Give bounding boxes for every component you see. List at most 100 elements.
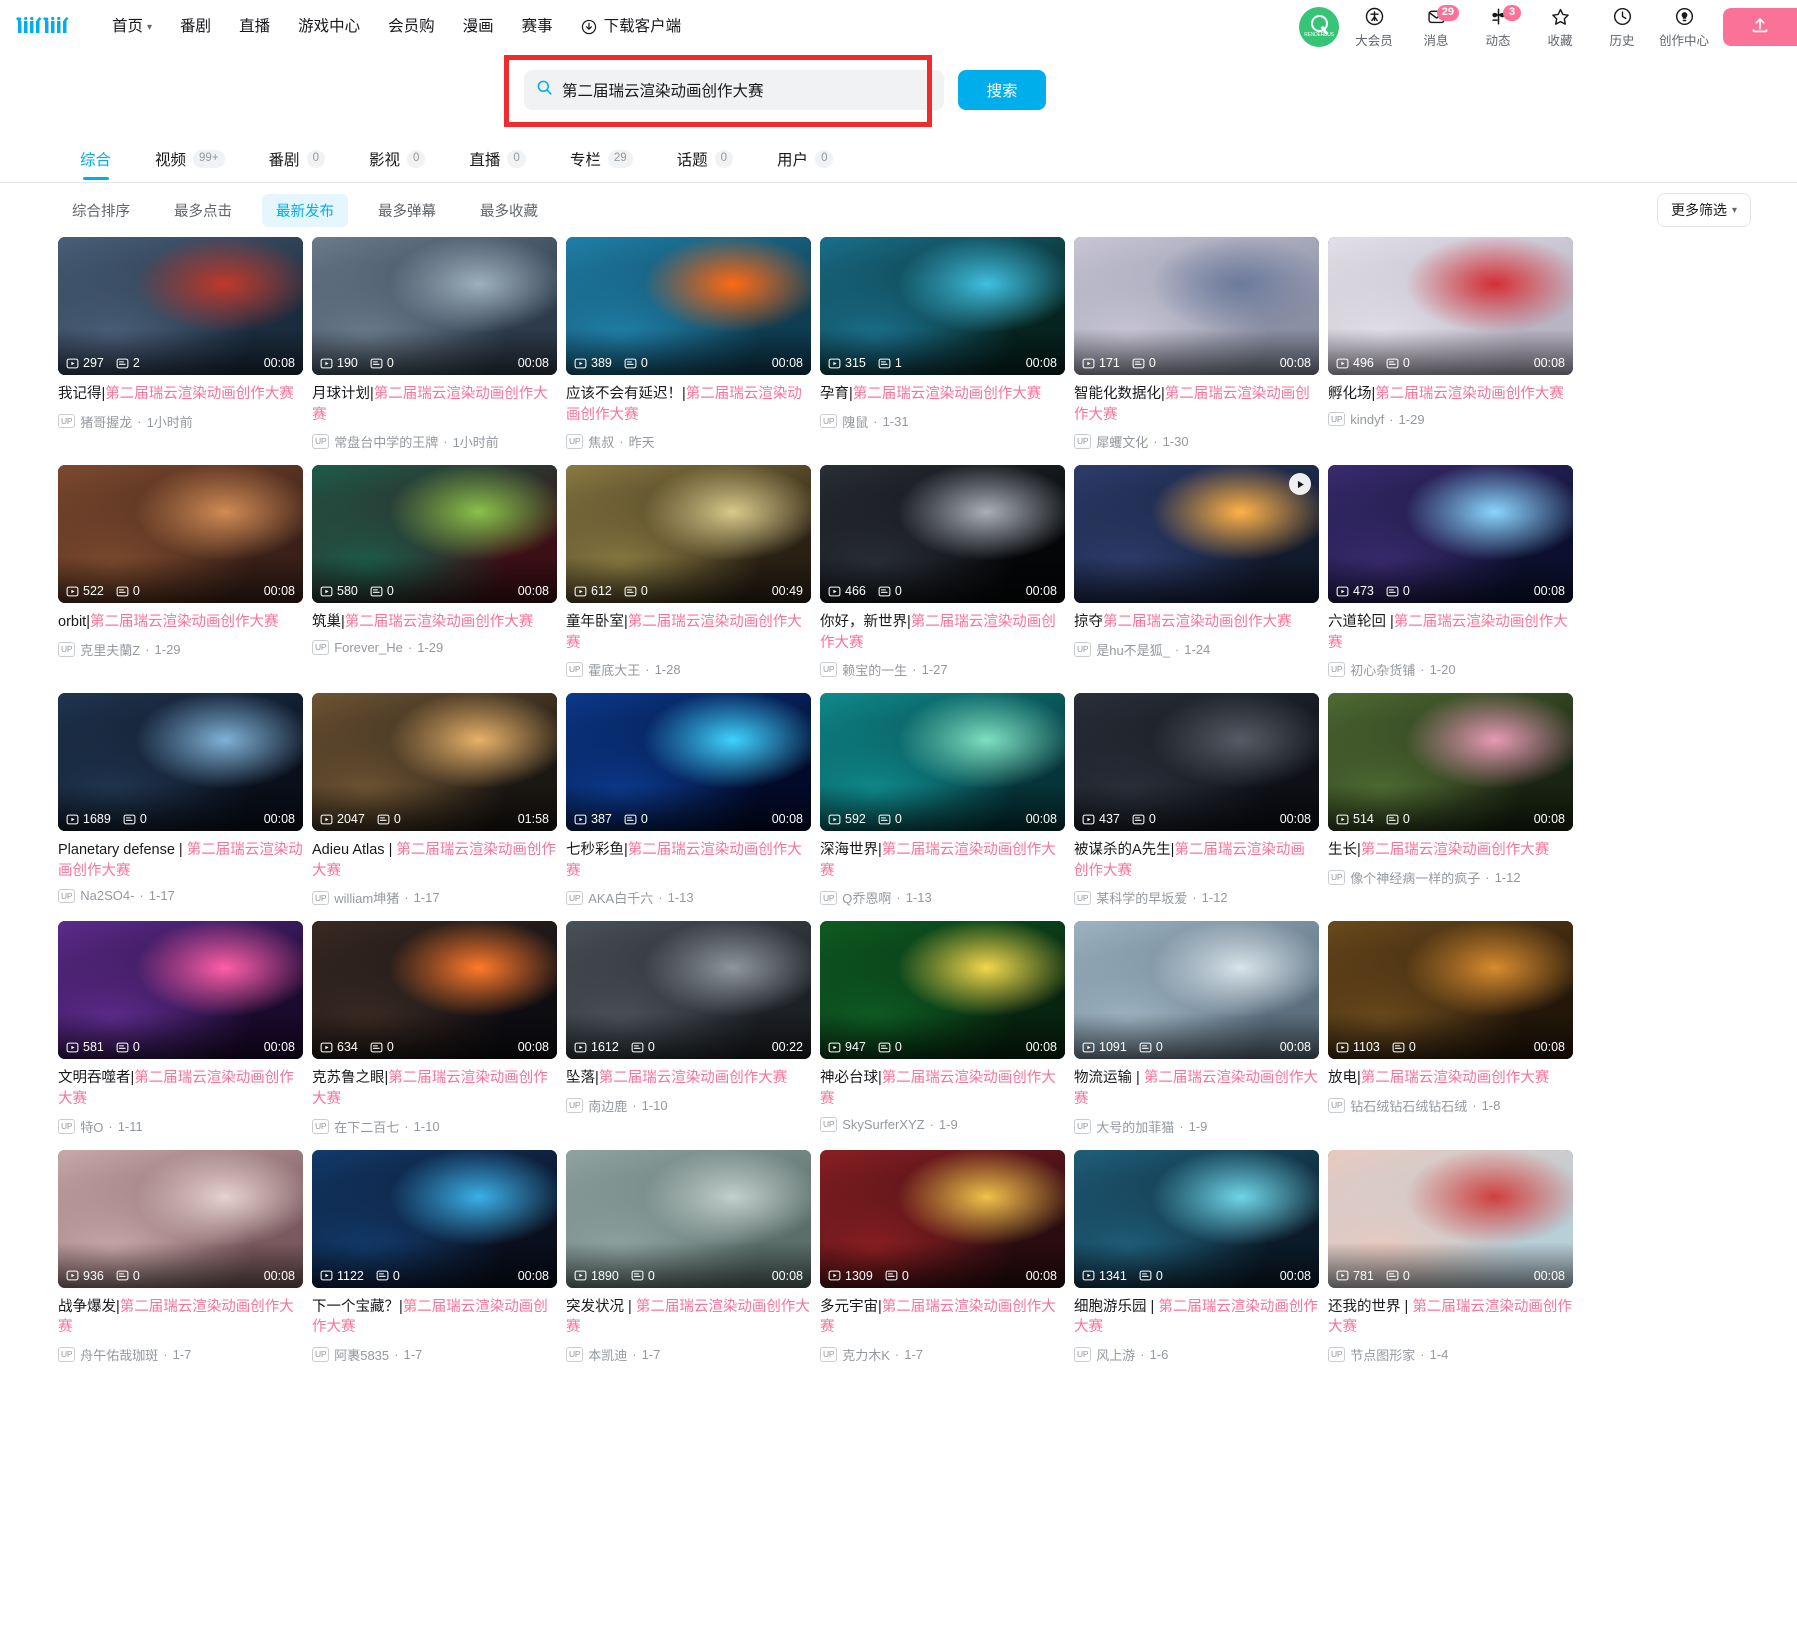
video-thumbnail[interactable]: 437 0 00:08 [1074, 693, 1319, 831]
video-card[interactable]: 496 0 00:08 孵化场|第二届瑞云渲染动画创作大赛 UP kindyf … [1328, 237, 1573, 465]
tab-comprehensive[interactable]: 综合 [58, 148, 133, 182]
video-thumbnail[interactable]: 1122 0 00:08 [312, 1150, 557, 1288]
nav-item-download-client[interactable]: 下载客户端 [567, 19, 696, 35]
video-title[interactable]: 孕育|第二届瑞云渲染动画创作大赛 [820, 384, 1065, 405]
video-thumbnail[interactable]: 1103 0 00:08 [1328, 921, 1573, 1059]
video-title[interactable]: orbit|第二届瑞云渲染动画创作大赛 [58, 612, 303, 633]
video-author[interactable]: UP 某科学的早坂爱 · 1-12 [1074, 888, 1319, 907]
video-title[interactable]: 我记得|第二届瑞云渲染动画创作大赛 [58, 384, 303, 405]
video-card[interactable]: 781 0 00:08 还我的世界 | 第二届瑞云渲染动画创作大赛 UP 节点图… [1328, 1150, 1573, 1378]
video-title[interactable]: 掠夺第二届瑞云渲染动画创作大赛 [1074, 612, 1319, 633]
video-title[interactable]: 下一个宝藏？|第二届瑞云渲染动画创作大赛 [312, 1297, 557, 1338]
video-author[interactable]: UP Forever_He · 1-29 [312, 640, 557, 655]
tab-bangumi[interactable]: 番剧 0 [247, 148, 347, 182]
video-thumbnail[interactable]: 171 0 00:08 [1074, 237, 1319, 375]
video-title[interactable]: 文明吞噬者|第二届瑞云渲染动画创作大赛 [58, 1068, 303, 1109]
video-author[interactable]: UP 常盘台中学的王牌 · 1小时前 [312, 432, 557, 451]
video-thumbnail[interactable]: 936 0 00:08 [58, 1150, 303, 1288]
video-card[interactable]: 612 0 00:49 童年卧室|第二届瑞云渲染动画创作大赛 UP 霍底大王 ·… [566, 465, 811, 693]
video-thumbnail[interactable]: 947 0 00:08 [820, 921, 1065, 1059]
tab-user[interactable]: 用户 0 [755, 148, 855, 182]
video-thumbnail[interactable]: 190 0 00:08 [312, 237, 557, 375]
video-title[interactable]: 你好，新世界|第二届瑞云渲染动画创作大赛 [820, 612, 1065, 653]
video-title[interactable]: 神必台球|第二届瑞云渲染动画创作大赛 [820, 1068, 1065, 1109]
video-author[interactable]: UP 霍底大王 · 1-28 [566, 660, 811, 679]
sort-option-default[interactable]: 综合排序 [58, 194, 144, 227]
header-item-dynamic[interactable]: 动态 3 [1467, 6, 1529, 49]
video-author[interactable]: UP 隗鼠 · 1-31 [820, 412, 1065, 431]
video-card[interactable]: 1309 0 00:08 多元宇宙|第二届瑞云渲染动画创作大赛 UP 克力木K … [820, 1150, 1065, 1378]
tab-topic[interactable]: 话题 0 [655, 148, 755, 182]
video-author[interactable]: UP 克里夫蘭Z · 1-29 [58, 640, 303, 659]
sort-option-newest[interactable]: 最新发布 [262, 194, 348, 227]
video-thumbnail[interactable]: 2047 0 01:58 [312, 693, 557, 831]
video-title[interactable]: 还我的世界 | 第二届瑞云渲染动画创作大赛 [1328, 1297, 1573, 1338]
video-author[interactable]: UP 犀蠼文化 · 1-30 [1074, 432, 1319, 451]
nav-item-game-center[interactable]: 游戏中心 [284, 19, 374, 35]
nav-item-live[interactable]: 直播 [225, 19, 284, 35]
video-author[interactable]: UP SkySurferXYZ · 1-9 [820, 1117, 1065, 1132]
video-thumbnail[interactable]: 387 0 00:08 [566, 693, 811, 831]
video-title[interactable]: 克苏鲁之眼|第二届瑞云渲染动画创作大赛 [312, 1068, 557, 1109]
video-card[interactable]: 2047 0 01:58 Adieu Atlas | 第二届瑞云渲染动画创作大赛… [312, 693, 557, 921]
video-title[interactable]: 七秒彩鱼|第二届瑞云渲染动画创作大赛 [566, 840, 811, 881]
play-icon[interactable] [1289, 473, 1311, 495]
video-card[interactable]: 634 0 00:08 克苏鲁之眼|第二届瑞云渲染动画创作大赛 UP 在下二百七… [312, 921, 557, 1149]
video-card[interactable]: 1122 0 00:08 下一个宝藏？|第二届瑞云渲染动画创作大赛 UP 阿裹5… [312, 1150, 557, 1378]
video-thumbnail[interactable]: 1890 0 00:08 [566, 1150, 811, 1288]
video-title[interactable]: Planetary defense | 第二届瑞云渲染动画创作大赛 [58, 840, 303, 881]
video-card[interactable]: 297 2 00:08 我记得|第二届瑞云渲染动画创作大赛 UP 猪哥握龙 · … [58, 237, 303, 465]
video-title[interactable]: 突发状况 | 第二届瑞云渲染动画创作大赛 [566, 1297, 811, 1338]
video-title[interactable]: 细胞游乐园 | 第二届瑞云渲染动画创作大赛 [1074, 1297, 1319, 1338]
video-thumbnail[interactable]: 522 0 00:08 [58, 465, 303, 603]
video-card[interactable]: 387 0 00:08 七秒彩鱼|第二届瑞云渲染动画创作大赛 UP AKA白千六… [566, 693, 811, 921]
video-title[interactable]: 六道轮回 |第二届瑞云渲染动画创作大赛 [1328, 612, 1573, 653]
video-author[interactable]: UP 在下二百七 · 1-10 [312, 1117, 557, 1136]
video-card[interactable]: 1091 0 00:08 物流运输 | 第二届瑞云渲染动画创作大赛 UP 大号的… [1074, 921, 1319, 1149]
nav-item-home[interactable]: 首页 ▾ [98, 19, 166, 35]
avatar[interactable]: RENDERBUS [1299, 7, 1339, 47]
video-title[interactable]: 放电|第二届瑞云渲染动画创作大赛 [1328, 1068, 1573, 1089]
video-thumbnail[interactable]: 580 0 00:08 [312, 465, 557, 603]
video-thumbnail[interactable]: 1612 0 00:22 [566, 921, 811, 1059]
sort-option-most-danmaku[interactable]: 最多弹幕 [364, 194, 450, 227]
header-item-big-vip[interactable]: 大会员 [1343, 6, 1405, 49]
video-card[interactable]: 522 0 00:08 orbit|第二届瑞云渲染动画创作大赛 UP 克里夫蘭Z… [58, 465, 303, 693]
video-card[interactable]: 936 0 00:08 战争爆发|第二届瑞云渲染动画创作大赛 UP 舟午佑哉珈斑… [58, 1150, 303, 1378]
video-card[interactable]: 514 0 00:08 生长|第二届瑞云渲染动画创作大赛 UP 像个神经病一样的… [1328, 693, 1573, 921]
video-author[interactable]: UP 本凯迪 · 1-7 [566, 1345, 811, 1364]
more-filter-button[interactable]: 更多筛选 ▾ [1657, 193, 1751, 227]
video-card[interactable]: 592 0 00:08 深海世界|第二届瑞云渲染动画创作大赛 UP Q乔恩啊 ·… [820, 693, 1065, 921]
nav-item-esports[interactable]: 赛事 [508, 19, 567, 35]
video-author[interactable]: UP 克力木K · 1-7 [820, 1345, 1065, 1364]
video-card[interactable]: 389 0 00:08 应该不会有延迟！|第二届瑞云渲染动画创作大赛 UP 焦叔… [566, 237, 811, 465]
video-author[interactable]: UP 钻石绒钻石绒钻石绒 · 1-8 [1328, 1096, 1573, 1115]
video-thumbnail[interactable]: 389 0 00:08 [566, 237, 811, 375]
video-title[interactable]: 深海世界|第二届瑞云渲染动画创作大赛 [820, 840, 1065, 881]
video-author[interactable]: UP 大号的加菲猫 · 1-9 [1074, 1117, 1319, 1136]
header-item-history[interactable]: 历史 [1591, 6, 1653, 49]
video-title[interactable]: 战争爆发|第二届瑞云渲染动画创作大赛 [58, 1297, 303, 1338]
video-title[interactable]: 物流运输 | 第二届瑞云渲染动画创作大赛 [1074, 1068, 1319, 1109]
video-author[interactable]: UP 南边鹿 · 1-10 [566, 1096, 811, 1115]
video-thumbnail[interactable]: 612 0 00:49 [566, 465, 811, 603]
video-card[interactable]: 580 0 00:08 筑巢|第二届瑞云渲染动画创作大赛 UP Forever_… [312, 465, 557, 693]
video-author[interactable]: UP 舟午佑哉珈斑 · 1-7 [58, 1345, 303, 1364]
video-card[interactable]: 466 0 00:08 你好，新世界|第二届瑞云渲染动画创作大赛 UP 赖宝的一… [820, 465, 1065, 693]
search-input[interactable]: 第二届瑞云渲染动画创作大赛 [524, 70, 944, 110]
video-thumbnail[interactable] [1074, 465, 1319, 603]
search-button[interactable]: 搜索 [958, 70, 1046, 110]
video-author[interactable]: UP 焦叔 · 昨天 [566, 432, 811, 451]
tab-movie[interactable]: 影视 0 [347, 148, 447, 182]
video-card[interactable]: 437 0 00:08 被谋杀的A先生|第二届瑞云渲染动画创作大赛 UP 某科学… [1074, 693, 1319, 921]
video-author[interactable]: UP AKA白千六 · 1-13 [566, 888, 811, 907]
video-thumbnail[interactable]: 297 2 00:08 [58, 237, 303, 375]
header-item-favorites[interactable]: 收藏 [1529, 6, 1591, 49]
video-title[interactable]: 筑巢|第二届瑞云渲染动画创作大赛 [312, 612, 557, 633]
video-title[interactable]: 月球计划|第二届瑞云渲染动画创作大赛 [312, 384, 557, 425]
video-card[interactable]: 171 0 00:08 智能化数据化|第二届瑞云渲染动画创作大赛 UP 犀蠼文化… [1074, 237, 1319, 465]
video-card[interactable]: 1103 0 00:08 放电|第二届瑞云渲染动画创作大赛 UP 钻石绒钻石绒钻… [1328, 921, 1573, 1149]
video-title[interactable]: 坠落|第二届瑞云渲染动画创作大赛 [566, 1068, 811, 1089]
video-author[interactable]: UP 猪哥握龙 · 1小时前 [58, 412, 303, 431]
tab-video[interactable]: 视频 99+ [133, 148, 247, 182]
